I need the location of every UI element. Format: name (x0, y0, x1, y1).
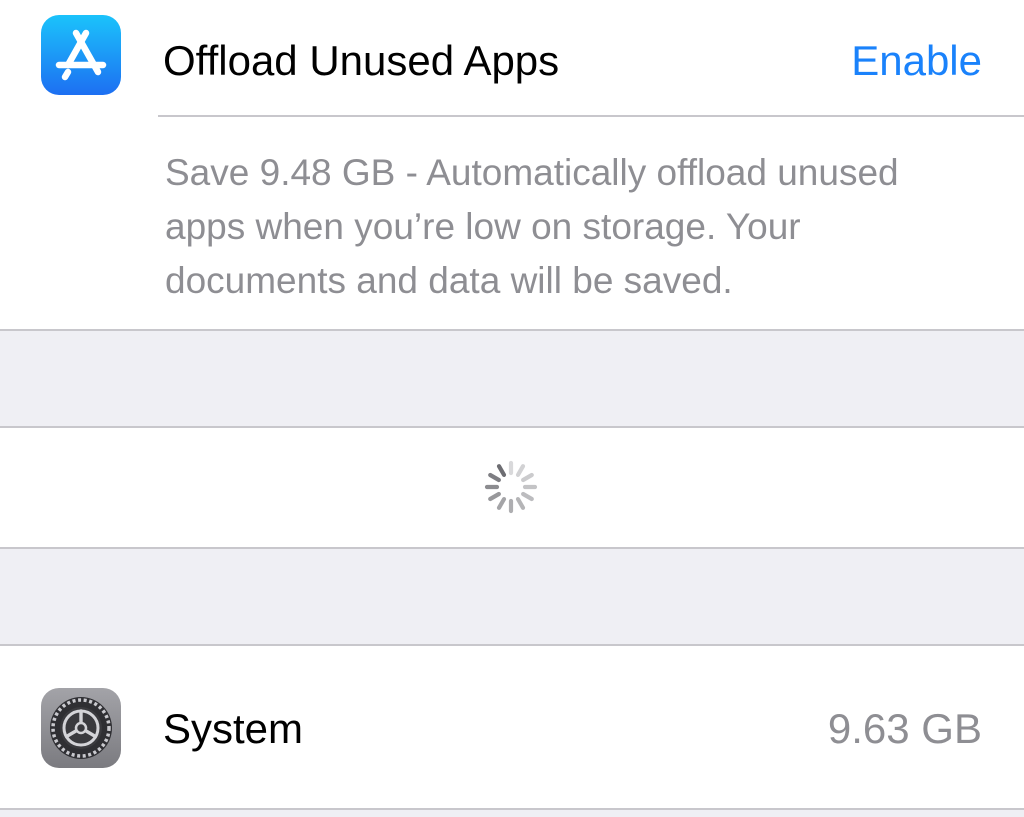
system-storage-cell[interactable]: System 9.63 GB (0, 646, 1024, 808)
offload-unused-apps-label: Offload Unused Apps (163, 37, 560, 84)
system-size-value: 9.63 GB (827, 705, 982, 752)
offload-unused-apps-cell: Offload Unused Apps Enable Save 9.48 GB … (0, 0, 1024, 330)
app-store-icon (41, 15, 121, 95)
system-label: System (163, 705, 304, 752)
separator (158, 115, 1024, 117)
section-separator (0, 329, 1024, 331)
activity-spinner-icon (482, 458, 540, 516)
offload-description: Save 9.48 GB - Automatically offload unu… (165, 152, 899, 301)
enable-button[interactable]: Enable (851, 40, 982, 82)
settings-gear-icon (41, 688, 121, 768)
section-separator (0, 808, 1024, 810)
section-separator (0, 547, 1024, 549)
